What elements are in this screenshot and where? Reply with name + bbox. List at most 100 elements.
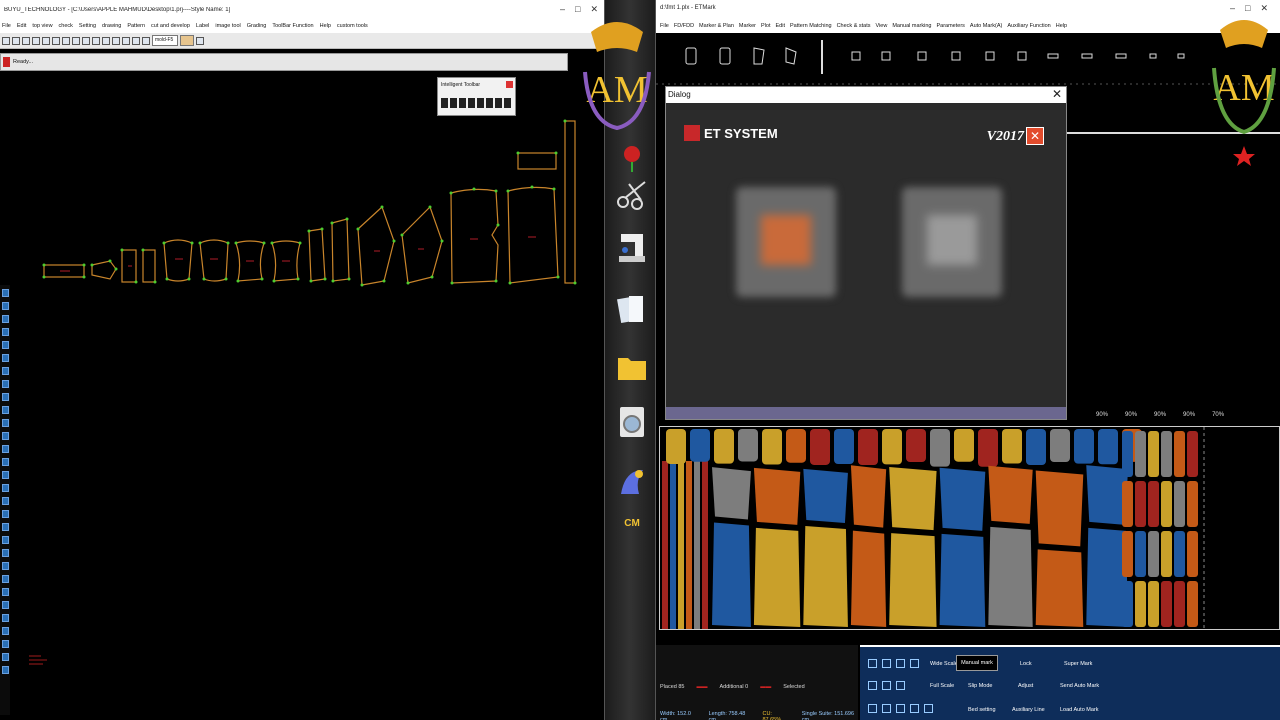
marker-piece[interactable]	[786, 429, 806, 463]
marker-piece[interactable]	[1098, 429, 1118, 465]
marker-piece[interactable]	[810, 429, 830, 465]
marker-piece[interactable]	[712, 522, 751, 627]
layer-icon[interactable]	[896, 704, 905, 713]
print-icon[interactable]	[32, 36, 40, 45]
marker-piece[interactable]	[1135, 431, 1146, 477]
menu-auto-mark[interactable]: Auto Mark(A)	[970, 23, 1002, 29]
draw-tool-icon[interactable]	[1, 354, 9, 362]
tool-icon[interactable]	[504, 98, 511, 108]
marker-piece[interactable]	[978, 429, 998, 467]
marker-piece[interactable]	[670, 461, 676, 629]
menu-help[interactable]: Help	[1056, 23, 1067, 29]
save-icon[interactable]	[22, 36, 30, 45]
tool-icon[interactable]	[477, 98, 484, 108]
minimize-icon[interactable]: –	[560, 4, 565, 15]
tool-icon[interactable]	[495, 98, 502, 108]
draw-tool-icon[interactable]	[1, 588, 9, 596]
draw-tool-icon[interactable]	[1, 289, 9, 297]
menu-image-tool[interactable]: image tool	[215, 23, 240, 29]
marker-piece[interactable]	[1135, 531, 1146, 577]
marker-piece[interactable]	[988, 465, 1033, 524]
marker-piece[interactable]	[666, 429, 686, 464]
draw-tool-icon[interactable]	[1, 523, 9, 531]
layer-icon[interactable]	[924, 704, 933, 713]
marker-piece[interactable]	[850, 465, 887, 528]
marker-piece[interactable]	[1148, 581, 1159, 627]
piece-thumbnail-strip[interactable]	[656, 34, 1280, 94]
marker-piece[interactable]	[1086, 527, 1129, 627]
wide-scale-button[interactable]: Wide Scale	[930, 661, 958, 667]
marker-piece[interactable]	[1174, 581, 1185, 627]
marker-piece[interactable]	[1187, 431, 1198, 477]
marker-piece[interactable]	[1187, 581, 1198, 627]
washing-machine-icon[interactable]	[615, 404, 649, 438]
draw-tool-icon[interactable]	[1, 302, 9, 310]
marker-piece[interactable]	[803, 468, 848, 523]
pattern-canvas[interactable]	[0, 71, 604, 720]
marker-piece[interactable]	[712, 467, 751, 520]
marker-piece[interactable]	[889, 533, 937, 627]
menu-plot[interactable]: Plot	[761, 23, 770, 29]
marker-piece[interactable]	[1187, 531, 1198, 577]
blurred-option-left[interactable]	[736, 187, 836, 297]
menu-parameters[interactable]: Parameters	[936, 23, 964, 29]
draw-tool-icon[interactable]	[1, 653, 9, 661]
marker-piece[interactable]	[1122, 581, 1133, 627]
measure-icon[interactable]	[132, 36, 140, 45]
rotate-icon[interactable]	[882, 659, 891, 668]
marker-layout[interactable]	[660, 427, 1280, 631]
draw-tool-icon[interactable]	[1, 484, 9, 492]
grid-icon[interactable]	[122, 36, 130, 45]
marker-piece[interactable]	[1122, 531, 1133, 577]
draw-tool-icon[interactable]	[1, 432, 9, 440]
marker-piece[interactable]	[1035, 470, 1084, 547]
marker-piece[interactable]	[1074, 429, 1094, 464]
menu-marker-plan[interactable]: Marker & Plan	[699, 23, 734, 29]
blurred-option-right[interactable]	[902, 187, 1002, 297]
menu-toolbar-function[interactable]: ToolBar Function	[272, 23, 313, 29]
marker-piece[interactable]	[1135, 581, 1146, 627]
marker-piece[interactable]	[690, 429, 710, 462]
flip-icon[interactable]	[868, 681, 877, 690]
menu-help[interactable]: Help	[320, 23, 331, 29]
align-icon[interactable]	[896, 681, 905, 690]
menu-check[interactable]: check	[59, 23, 73, 29]
cm-app-label[interactable]: CM	[615, 514, 649, 534]
marker-piece[interactable]	[1187, 481, 1198, 527]
redo-icon[interactable]	[102, 36, 110, 45]
marker-piece[interactable]	[1050, 429, 1070, 463]
marker-piece[interactable]	[714, 429, 734, 464]
menu-file[interactable]: File	[2, 23, 11, 29]
marker-piece[interactable]	[1161, 481, 1172, 527]
marker-piece[interactable]	[1148, 481, 1159, 527]
marker-piece[interactable]	[753, 527, 801, 627]
layer-icon[interactable]	[868, 704, 877, 713]
sewing-machine-icon[interactable]	[615, 230, 649, 264]
load-auto-mark-button[interactable]: Load Auto Mark	[1060, 707, 1099, 713]
tool-icon[interactable]	[468, 98, 475, 108]
bed-setting-button[interactable]: Bed setting	[968, 707, 996, 713]
marker-piece[interactable]	[1122, 431, 1133, 477]
align-icon[interactable]	[882, 681, 891, 690]
draw-tool-icon[interactable]	[1, 627, 9, 635]
marker-piece[interactable]	[686, 461, 692, 629]
marker-piece[interactable]	[906, 429, 926, 463]
marker-piece[interactable]	[762, 429, 782, 465]
menu-label[interactable]: Label	[196, 23, 209, 29]
marker-piece[interactable]	[988, 526, 1033, 627]
draw-tool-icon[interactable]	[1, 458, 9, 466]
marker-piece[interactable]	[738, 429, 758, 462]
marker-layout-area[interactable]	[659, 426, 1280, 631]
marker-piece[interactable]	[882, 429, 902, 465]
draw-tool-icon[interactable]	[1, 497, 9, 505]
undo-icon[interactable]	[92, 36, 100, 45]
draw-tool-icon[interactable]	[1, 562, 9, 570]
menu-edit[interactable]: Edit	[17, 23, 26, 29]
version-close-icon[interactable]: ✕	[1026, 127, 1044, 145]
zoom-out-icon[interactable]	[52, 36, 60, 45]
draw-tool-icon[interactable]	[1, 328, 9, 336]
rose-icon[interactable]	[615, 140, 649, 174]
marker-piece[interactable]	[1002, 429, 1022, 464]
marker-piece[interactable]	[1026, 429, 1046, 466]
arrow-right-icon[interactable]	[910, 659, 919, 668]
